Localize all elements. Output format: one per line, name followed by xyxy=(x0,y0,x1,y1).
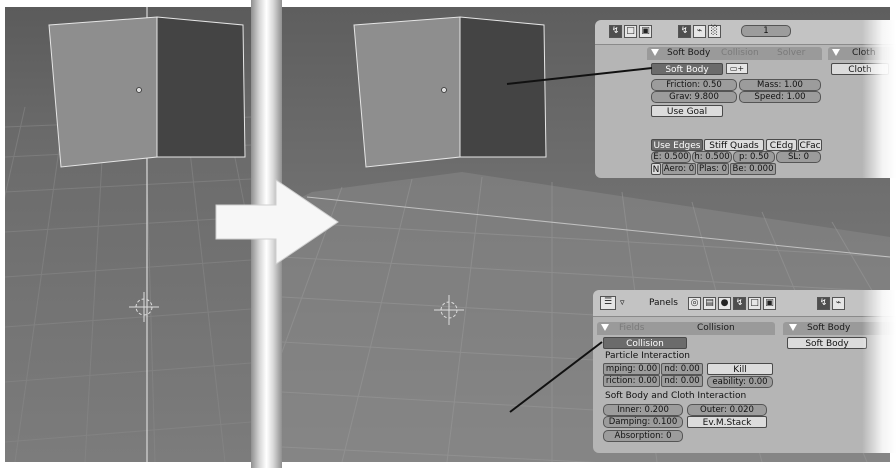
tab-collision[interactable]: Collision xyxy=(721,47,759,60)
render-context-icon[interactable]: ▣ xyxy=(763,297,776,310)
particle-damping-field[interactable]: mping: 0.00 xyxy=(603,363,660,375)
particle-subcontext-icon[interactable]: ⌁ xyxy=(832,297,845,310)
softbody-settings-icon[interactable]: ▭+ xyxy=(726,63,748,74)
tab-collision[interactable]: Collision xyxy=(697,322,735,335)
collision-tab-bar: Fields Collision xyxy=(597,322,775,335)
particle-subcontext-icon[interactable]: ⌁ xyxy=(693,25,706,38)
use-goal-button[interactable]: Use Goal xyxy=(651,105,723,117)
use-edges-button[interactable]: Use Edges xyxy=(651,139,703,151)
panels-menu[interactable]: Panels xyxy=(649,298,678,309)
cloth-toggle-button[interactable]: Cloth xyxy=(831,63,889,75)
ev-m-stack-button[interactable]: Ev.M.Stack xyxy=(687,416,767,428)
permeability-field[interactable]: eability: 0.00 xyxy=(707,376,773,388)
softbody-tab-bar: Soft Body Collision Solver xyxy=(647,47,822,60)
logic-context-icon[interactable]: ◎ xyxy=(688,297,701,310)
shear-field[interactable]: h: 0.500 xyxy=(692,151,732,163)
script-context-icon[interactable]: ▤ xyxy=(703,297,716,310)
panel-header: ↯ □ ▣ ↯ ⌁ ░ 1 xyxy=(595,20,896,45)
n-toggle-button[interactable]: N xyxy=(651,163,661,175)
frame-number-value: 1 xyxy=(763,26,769,36)
particle-friction-field[interactable]: riction: 0.00 xyxy=(603,375,660,387)
push-field[interactable]: p: 0.50 xyxy=(733,151,775,163)
softbody-damping-field[interactable]: Damping: 0.100 xyxy=(603,416,683,428)
bending-field[interactable]: Be: 0.000 xyxy=(730,163,776,175)
grav-field[interactable]: Grav: 9.800 xyxy=(651,91,737,103)
tab-cloth[interactable]: Cloth xyxy=(852,47,876,60)
softbody-toggle-button[interactable]: Soft Body xyxy=(787,337,867,349)
speed-field[interactable]: Speed: 1.00 xyxy=(739,91,821,103)
kill-button[interactable]: Kill xyxy=(707,363,773,375)
physics-subcontext-icon[interactable]: ↯ xyxy=(817,297,830,310)
softbody-toggle-button[interactable]: Soft Body xyxy=(651,63,723,75)
collapse-triangle-icon[interactable] xyxy=(789,324,797,331)
object-context-icon[interactable]: □ xyxy=(624,25,637,38)
softbody-tab-bar: Soft Body xyxy=(783,322,896,335)
object-context-icon[interactable]: □ xyxy=(748,297,761,310)
friction-field[interactable]: Friction: 0.50 xyxy=(651,79,737,91)
outer-field[interactable]: Outer: 0.020 xyxy=(687,404,767,416)
softbody-properties-panel: ↯ □ ▣ ↯ ⌁ ░ 1 Soft Body Collision Solver… xyxy=(595,20,896,178)
dropdown-arrow-icon[interactable]: ▿ xyxy=(620,298,625,309)
absorption-field[interactable]: Absorption: 0 xyxy=(603,430,683,442)
tab-soft-body[interactable]: Soft Body xyxy=(807,322,850,335)
collapse-triangle-icon[interactable] xyxy=(651,49,659,56)
editor-type-icon[interactable]: ☰ xyxy=(600,296,616,310)
tab-fields[interactable]: Fields xyxy=(619,322,644,335)
physics-subcontext-icon[interactable]: ↯ xyxy=(678,25,691,38)
plas-field[interactable]: Plas: 0 xyxy=(697,163,729,175)
collapse-triangle-icon[interactable] xyxy=(832,49,840,56)
inner-field[interactable]: Inner: 0.200 xyxy=(603,404,683,416)
panel-body: Fields Collision Soft Body Soft Body Col… xyxy=(593,317,896,453)
shading-context-icon[interactable]: ● xyxy=(718,297,731,310)
stiff-quads-button[interactable]: Stiff Quads xyxy=(704,139,764,151)
softbody-cloth-interaction-heading: Soft Body and Cloth Interaction xyxy=(605,391,747,401)
edge-stiffness-field[interactable]: E: 0.500 xyxy=(651,151,691,163)
mass-field[interactable]: Mass: 1.00 xyxy=(739,79,821,91)
panel-body: Soft Body Collision Solver Cloth Cloth S… xyxy=(595,45,896,178)
render-context-icon[interactable]: ▣ xyxy=(639,25,652,38)
random-damping-field[interactable]: nd: 0.00 xyxy=(661,363,703,375)
cloth-tab-bar: Cloth xyxy=(828,47,896,60)
tab-solver[interactable]: Solver xyxy=(777,47,805,60)
fluid-subcontext-icon[interactable]: ░ xyxy=(708,25,721,38)
frame-number-field[interactable]: 1 xyxy=(741,25,791,37)
collision-properties-panel: ☰ ▿ Panels ◎ ▤ ● ↯ □ ▣ ↯ ⌁ Fields Collis… xyxy=(593,290,896,453)
tab-soft-body[interactable]: Soft Body xyxy=(667,47,710,60)
cfac-button[interactable]: CFac xyxy=(798,139,822,151)
physics-context-icon[interactable]: ↯ xyxy=(609,25,622,38)
panel-header: ☰ ▿ Panels ◎ ▤ ● ↯ □ ▣ ↯ ⌁ xyxy=(593,290,896,317)
collision-toggle-button[interactable]: Collision xyxy=(603,337,687,349)
aero-field[interactable]: Aero: 0 xyxy=(662,163,696,175)
random-friction-field[interactable]: nd: 0.00 xyxy=(661,375,703,387)
physics-context-icon[interactable]: ↯ xyxy=(733,297,746,310)
screenshot-composite: ↯ □ ▣ ↯ ⌁ ░ 1 Soft Body Collision Solver… xyxy=(0,0,896,468)
transition-arrow-icon xyxy=(215,179,339,265)
shrink-limit-field[interactable]: SL: 0 xyxy=(776,151,821,163)
collapse-triangle-icon[interactable] xyxy=(601,324,609,331)
particle-interaction-heading: Particle Interaction xyxy=(605,351,690,361)
cedg-button[interactable]: CEdg xyxy=(766,139,797,151)
